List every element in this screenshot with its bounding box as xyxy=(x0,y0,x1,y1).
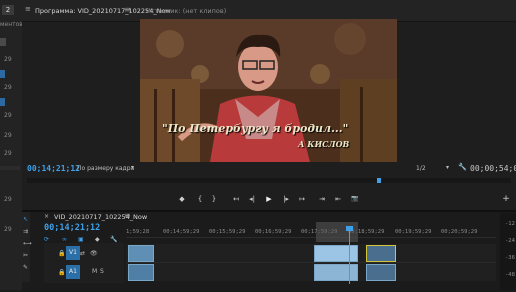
step-forward-button[interactable]: |▸ xyxy=(280,194,292,204)
marker-icon[interactable]: ◆ xyxy=(95,236,100,243)
video-frame: "По Петербургу я бродил..." А КИСЛОВ xyxy=(140,19,397,162)
list-icon[interactable] xyxy=(0,38,6,46)
tab-source[interactable]: Источник: (нет клипов) xyxy=(146,7,226,15)
v1-source-patch[interactable]: V1 xyxy=(66,246,80,260)
panel-item: 29 xyxy=(4,56,12,63)
wrench-icon[interactable]: 🔧 xyxy=(110,236,117,243)
chevron-down-icon[interactable]: ▾ xyxy=(131,164,134,171)
playhead-line[interactable] xyxy=(349,226,350,284)
scrollbar[interactable] xyxy=(0,166,20,170)
ruler-label: 00;19;59;29 xyxy=(395,229,432,235)
video-track-v1[interactable] xyxy=(126,244,496,263)
snap-icon[interactable]: ⟳ xyxy=(44,236,49,243)
fit-dropdown[interactable]: По размеру кадра xyxy=(77,165,134,172)
track-select-icon[interactable]: ⇉ xyxy=(23,228,28,235)
add-marker-button[interactable]: ◆ xyxy=(176,194,188,204)
mark-in-button[interactable]: { xyxy=(194,194,206,204)
chevron-down-icon[interactable]: ▾ xyxy=(446,164,449,171)
current-timecode[interactable]: 00;14;21;12 xyxy=(27,164,80,173)
panel-item: 29 xyxy=(4,150,12,157)
panel-item: 29 xyxy=(4,226,12,233)
bin-icon[interactable] xyxy=(0,98,5,106)
timeline-timecode[interactable]: 00;14;21;12 xyxy=(44,223,100,233)
menu-icon[interactable]: ≡ xyxy=(25,6,32,13)
close-icon[interactable]: × xyxy=(44,213,49,220)
resolution-dropdown[interactable]: 1/2 xyxy=(416,165,426,172)
play-button[interactable]: ▶ xyxy=(263,194,275,204)
mute-button[interactable]: M xyxy=(92,268,97,275)
meter-label: -48 xyxy=(505,272,515,278)
scrub-bar[interactable] xyxy=(27,178,511,183)
meter-label: -12 xyxy=(505,221,515,227)
video-clip[interactable] xyxy=(128,245,154,262)
audio-clip[interactable] xyxy=(366,264,396,281)
selection-tool-icon[interactable]: ↖ xyxy=(23,216,28,223)
mark-out-button[interactable]: } xyxy=(208,194,220,204)
video-scene xyxy=(140,19,397,162)
tab-sequence[interactable]: VID_20210717_102254_Now xyxy=(54,213,147,221)
ruler-label: 00;16;59;29 xyxy=(255,229,292,235)
total-timecode: 00;00;54;02 xyxy=(470,164,516,173)
pen-icon[interactable]: ✎ xyxy=(23,264,28,271)
playhead-handle[interactable] xyxy=(346,226,353,231)
panel-badge[interactable]: 2 xyxy=(2,5,14,15)
panel-text: ментов xyxy=(0,21,23,28)
ruler-label: 00;20;59;29 xyxy=(441,229,478,235)
ripple-edit-icon[interactable]: ⟷ xyxy=(23,240,32,247)
ruler-label: 00;15;59;29 xyxy=(209,229,246,235)
sync-lock-icon[interactable]: ⇄ xyxy=(80,250,85,257)
audio-clip[interactable] xyxy=(128,264,154,281)
link-icon[interactable]: ∞ xyxy=(62,236,67,243)
track-headers xyxy=(44,243,124,283)
video-title-line1: "По Петербургу я бродил..." xyxy=(162,122,349,135)
nest-icon[interactable]: ▣ xyxy=(78,236,84,243)
panel-item: 29 xyxy=(4,196,12,203)
tab-menu-icon[interactable]: ≡ xyxy=(124,211,131,220)
bin-icon[interactable] xyxy=(0,70,5,78)
overwrite-button[interactable]: ⇤ xyxy=(332,194,344,204)
meter-label: -24 xyxy=(505,238,515,244)
work-area[interactable] xyxy=(316,222,358,242)
solo-button[interactable]: S xyxy=(100,268,104,275)
lock-icon[interactable]: 🔒 xyxy=(58,269,65,276)
razor-icon[interactable]: ✂ xyxy=(23,252,28,259)
goto-out-button[interactable]: ↦ xyxy=(296,194,308,204)
a1-source-patch[interactable]: A1 xyxy=(66,265,80,279)
video-title-line2: А КИСЛОВ xyxy=(298,139,350,149)
panel-item: 29 xyxy=(4,112,12,119)
video-clip[interactable] xyxy=(366,245,396,262)
project-panel-strip: 2 ментов 29 29 29 29 29 29 29 xyxy=(0,0,23,290)
audio-track-a1[interactable] xyxy=(126,263,496,281)
audio-clip[interactable] xyxy=(314,264,358,281)
export-frame-button[interactable]: 📷 xyxy=(349,194,361,204)
insert-button[interactable]: ⇥ xyxy=(316,194,328,204)
lock-icon[interactable]: 🔒 xyxy=(58,250,65,257)
ruler-label: 00;14;59;29 xyxy=(163,229,200,235)
scrub-playhead[interactable] xyxy=(377,178,381,183)
panel-item: 29 xyxy=(4,84,12,91)
step-back-button[interactable]: ◂| xyxy=(246,194,258,204)
tools-strip: ↖ ⇉ ⟷ ✂ ✎ xyxy=(22,212,32,282)
tab-menu-icon[interactable]: ≡ xyxy=(124,5,131,14)
goto-in-button[interactable]: ↤ xyxy=(230,194,242,204)
ruler-label: 1;59;28 xyxy=(126,229,150,235)
eye-icon[interactable]: 👁 xyxy=(90,250,98,257)
meter-label: -36 xyxy=(505,255,515,261)
panel-item: 29 xyxy=(4,132,12,139)
button-editor-add[interactable]: + xyxy=(500,194,512,204)
video-clip[interactable] xyxy=(314,245,358,262)
wrench-icon[interactable]: 🔧 xyxy=(458,163,467,171)
